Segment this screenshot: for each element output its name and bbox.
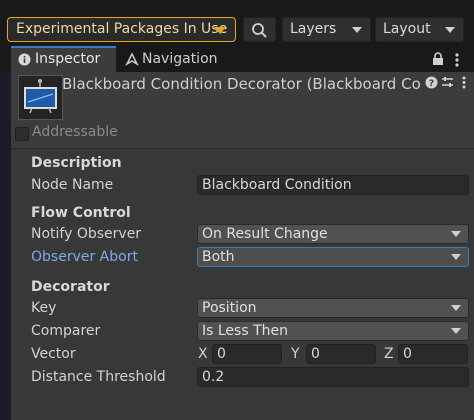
tab-inspector-label: Inspector [35, 51, 101, 67]
notify-observer-value: On Result Change [202, 226, 328, 242]
inspector-panel: Blackboard Condition Decorator (Blackboa… [11, 72, 474, 420]
vector-label: Vector [31, 346, 76, 362]
vector-y-field[interactable]: 0 [306, 344, 376, 364]
observer-abort-dropdown[interactable]: Both [197, 247, 469, 267]
search-icon [252, 23, 267, 38]
node-name-label: Node Name [31, 177, 114, 193]
vector-x-label[interactable]: X [198, 346, 208, 362]
vector-z-field[interactable]: 0 [398, 344, 468, 364]
chevron-down-icon [451, 305, 461, 311]
kebab-menu-icon[interactable] [462, 76, 466, 89]
chevron-down-icon [214, 27, 226, 34]
observer-abort-value: Both [202, 249, 235, 265]
section-flow-control: Flow Control [31, 205, 131, 221]
blackboard-icon [24, 79, 57, 114]
tab-navigation[interactable]: Navigation [118, 46, 228, 72]
chevron-down-icon [451, 254, 461, 260]
object-title: Blackboard Condition Decorator (Blackboa… [62, 75, 422, 93]
tab-navigation-label: Navigation [142, 51, 218, 67]
key-label: Key [31, 300, 57, 316]
navigation-icon [125, 52, 139, 66]
chevron-down-icon [451, 328, 461, 334]
chevron-down-icon [451, 231, 461, 237]
comparer-value: Is Less Then [202, 323, 288, 339]
layers-dropdown[interactable]: Layers [282, 17, 371, 42]
vector-x-field[interactable]: 0 [212, 344, 282, 364]
vector-y-label[interactable]: Y [291, 346, 300, 362]
chevron-down-icon [445, 27, 455, 33]
lock-icon[interactable] [432, 52, 444, 66]
chevron-down-icon [352, 27, 362, 33]
info-icon [18, 53, 31, 66]
experimental-packages-label: Experimental Packages In Use [16, 21, 228, 37]
distance-threshold-field[interactable]: 0.2 [197, 367, 469, 387]
scene-view-edge [0, 72, 11, 420]
layout-label: Layout [383, 21, 431, 37]
help-icon[interactable]: ? [425, 76, 438, 89]
vector-z-label[interactable]: Z [384, 346, 394, 362]
key-value: Position [202, 300, 257, 316]
node-name-field[interactable]: Blackboard Condition [197, 175, 469, 195]
addressable-label: Addressable [32, 124, 118, 140]
object-thumbnail [18, 75, 63, 120]
experimental-packages-button[interactable]: Experimental Packages In Use [7, 17, 236, 42]
notify-observer-dropdown[interactable]: On Result Change [197, 224, 469, 244]
section-description: Description [31, 155, 122, 171]
svg-text:?: ? [429, 79, 434, 89]
distance-threshold-label: Distance Threshold [31, 369, 166, 385]
layers-label: Layers [290, 21, 337, 37]
notify-observer-label: Notify Observer [31, 226, 142, 242]
inspector-header: Blackboard Condition Decorator (Blackboa… [11, 72, 474, 149]
comparer-label: Comparer [31, 323, 101, 339]
preset-sliders-icon[interactable] [441, 76, 454, 89]
search-button[interactable] [243, 17, 276, 42]
layout-dropdown[interactable]: Layout [375, 17, 464, 42]
comparer-dropdown[interactable]: Is Less Then [197, 321, 469, 341]
addressable-checkbox[interactable] [15, 127, 29, 141]
tab-inspector[interactable]: Inspector [11, 46, 116, 72]
section-decorator: Decorator [31, 279, 110, 295]
tab-strip: Inspector Navigation [0, 46, 474, 72]
key-dropdown[interactable]: Position [197, 298, 469, 318]
more-options-icon[interactable] [455, 53, 459, 67]
top-toolbar: Experimental Packages In Use Layers Layo… [0, 0, 474, 46]
observer-abort-label: Observer Abort [31, 249, 138, 265]
